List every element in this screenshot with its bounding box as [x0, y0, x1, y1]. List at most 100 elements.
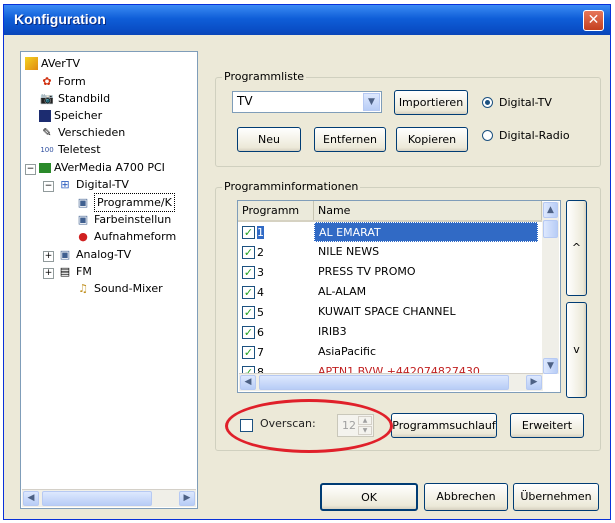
overscan-checkbox[interactable]: [240, 419, 253, 432]
checkbox-checked-icon[interactable]: ✓: [242, 325, 255, 339]
monitor-icon: ▣: [77, 195, 89, 209]
column-header-programm[interactable]: Programm: [238, 201, 314, 220]
spin-up-icon[interactable]: ▲: [358, 416, 372, 425]
move-up-button[interactable]: ^: [566, 200, 587, 296]
program-name: AsiaPacific: [318, 345, 377, 358]
overscan-spinner[interactable]: 12 ▲ ▼: [337, 414, 374, 437]
tree-horizontal-scrollbar[interactable]: ◀ ▶: [22, 489, 196, 507]
table-row[interactable]: ✓ 7 AsiaPacific: [238, 342, 542, 362]
move-down-button[interactable]: v: [566, 302, 587, 398]
tree-label: Digital-TV: [76, 178, 129, 191]
checkbox-checked-icon[interactable]: ✓: [242, 305, 255, 319]
scroll-thumb[interactable]: [543, 220, 558, 238]
program-list[interactable]: Programm Name ✓ 1 AL EMARAT ✓ 2 NILE NEWS …: [237, 200, 561, 393]
tree-item-form[interactable]: ✿ Form: [39, 73, 85, 90]
checkbox-checked-icon[interactable]: ✓: [242, 245, 255, 259]
tree-item-verschieden[interactable]: ✎ Verschieden: [39, 124, 125, 141]
abbrechen-button[interactable]: Abbrechen: [424, 483, 508, 511]
program-name: NILE NEWS: [318, 245, 380, 258]
radio-digital-radio[interactable]: Digital-Radio: [482, 129, 570, 142]
app-icon: [25, 57, 38, 70]
tree-label: Analog-TV: [76, 248, 132, 261]
table-row[interactable]: ✓ 2 NILE NEWS: [238, 242, 542, 262]
program-number: 7: [257, 345, 264, 359]
programmliste-combo[interactable]: TV ▼: [232, 91, 382, 113]
kopieren-button[interactable]: Kopieren: [396, 127, 468, 152]
collapse-avermedia[interactable]: −: [25, 164, 36, 175]
checkbox-checked-icon[interactable]: ✓: [242, 285, 255, 299]
radio-digital-tv[interactable]: Digital-TV: [482, 96, 552, 109]
scroll-left-arrow-icon[interactable]: ◀: [240, 375, 256, 390]
table-row[interactable]: ✓ 3 PRESS TV PROMO: [238, 262, 542, 282]
tree-label: Programme/K: [94, 193, 175, 212]
tree-item-digital-tv[interactable]: ⊞ Digital-TV: [57, 176, 129, 193]
tree-item-teletest[interactable]: 100 Teletest: [39, 141, 100, 158]
spin-down-icon[interactable]: ▼: [358, 426, 372, 435]
tree-item-analog-tv[interactable]: ▣ Analog-TV: [57, 246, 131, 263]
combo-value: TV: [237, 94, 253, 108]
title-bar[interactable]: Konfiguration ✕: [4, 5, 610, 35]
table-row[interactable]: ✓ 5 KUWAIT SPACE CHANNEL: [238, 302, 542, 322]
settings-tree[interactable]: AVerTV ✿ Form 📷 Standbild Speicher ✎ Ver…: [20, 51, 198, 509]
scroll-up-arrow-icon[interactable]: ▲: [543, 202, 558, 218]
expand-fm[interactable]: +: [43, 268, 54, 279]
program-number: 4: [257, 285, 264, 299]
uebernehmen-button[interactable]: Übernehmen: [513, 483, 599, 511]
close-button[interactable]: ✕: [583, 10, 604, 31]
checkbox-checked-icon[interactable]: ✓: [242, 345, 255, 359]
tree-item-avermedia[interactable]: AVerMedia A700 PCI: [39, 159, 165, 176]
program-number: 2: [257, 245, 264, 259]
tree-item-sound-mixer[interactable]: ♫ Sound-Mixer: [75, 280, 163, 297]
checkbox-checked-icon[interactable]: ✓: [242, 225, 255, 239]
program-name: IRIB3: [318, 325, 347, 338]
collapse-digital-tv[interactable]: −: [43, 181, 54, 192]
programmliste-label: Programmliste: [222, 70, 307, 83]
table-row[interactable]: ✓ 1 AL EMARAT: [238, 222, 542, 242]
tree-label: Aufnahmeform: [94, 230, 177, 243]
radio-label: Digital-TV: [499, 96, 552, 109]
scroll-left-arrow-icon[interactable]: ◀: [23, 491, 39, 506]
radio-unselected-icon: [482, 130, 493, 141]
table-row[interactable]: ✓ 4 AL-ALAM: [238, 282, 542, 302]
tree-item-fm[interactable]: ▤ FM: [57, 263, 92, 280]
card-icon: [39, 162, 51, 173]
scroll-right-arrow-icon[interactable]: ▶: [526, 375, 542, 390]
scroll-thumb[interactable]: [42, 491, 152, 506]
form-icon: ✿: [42, 74, 52, 88]
ok-button[interactable]: OK: [320, 483, 418, 511]
tree-item-speicher[interactable]: Speicher: [39, 107, 102, 124]
importieren-button[interactable]: Importieren: [394, 90, 468, 115]
tree-item-programme[interactable]: ▣ Programme/K: [75, 193, 175, 212]
neu-button[interactable]: Neu: [237, 127, 301, 152]
record-icon: ●: [78, 229, 88, 243]
radio-label: Digital-Radio: [499, 129, 570, 142]
scroll-right-arrow-icon[interactable]: ▶: [179, 491, 195, 506]
table-row[interactable]: ✓ 6 IRIB3: [238, 322, 542, 342]
tree-label: Speicher: [54, 109, 103, 122]
monitor-icon: ▣: [59, 247, 71, 261]
program-name: AL EMARAT: [314, 222, 538, 242]
dropdown-arrow-icon[interactable]: ▼: [363, 93, 380, 111]
scroll-thumb[interactable]: [259, 375, 509, 390]
program-name: PRESS TV PROMO: [318, 265, 416, 278]
tree-item-farbeinstellung[interactable]: ▣ Farbeinstellun: [75, 211, 171, 228]
expand-analog-tv[interactable]: +: [43, 251, 54, 262]
checkbox-checked-icon[interactable]: ✓: [242, 265, 255, 279]
configuration-window: Konfiguration ✕ AVerTV ✿ Form 📷 Standbil…: [3, 4, 611, 520]
tree-label: Sound-Mixer: [94, 282, 163, 295]
list-vertical-scrollbar[interactable]: ▲ ▼: [542, 202, 559, 374]
list-horizontal-scrollbar[interactable]: ◀ ▶: [239, 373, 543, 391]
program-number: 1: [257, 225, 264, 239]
tree-item-aufnahmeformat[interactable]: ● Aufnahmeform: [75, 228, 176, 245]
tree-item-avertv[interactable]: AVerTV: [25, 55, 80, 72]
column-header-name[interactable]: Name: [314, 201, 542, 220]
digital-tv-icon: ⊞: [60, 177, 70, 191]
programmsuchlauf-button[interactable]: Programmsuchlauf: [391, 413, 497, 438]
entfernen-button[interactable]: Entfernen: [314, 127, 386, 152]
programminformationen-label: Programminformationen: [222, 180, 361, 193]
scroll-down-arrow-icon[interactable]: ▼: [543, 358, 558, 374]
erweitert-button[interactable]: Erweitert: [510, 413, 584, 438]
tree-item-standbild[interactable]: 📷 Standbild: [39, 90, 110, 107]
tree-label: Verschieden: [58, 126, 126, 139]
overscan-label: Overscan:: [260, 417, 316, 430]
